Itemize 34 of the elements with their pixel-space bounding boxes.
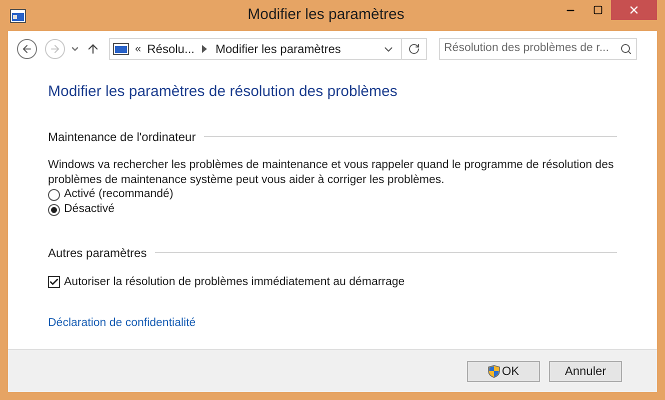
breadcrumb-arrow-icon[interactable] <box>202 45 208 53</box>
breadcrumb-item[interactable]: Résolu... <box>147 40 194 58</box>
window-title: Modifier les paramètres <box>246 5 406 26</box>
radio-option[interactable]: Désactivé <box>48 202 114 218</box>
section-title: Autres paramètres <box>48 244 147 262</box>
close-icon <box>628 4 640 16</box>
radio-button[interactable] <box>48 204 60 216</box>
refresh-icon <box>408 43 420 55</box>
section-title: Maintenance de l'ordinateur <box>48 128 196 146</box>
privacy-link[interactable]: Déclaration de confidentialité <box>48 314 196 332</box>
folder-icon <box>113 43 129 55</box>
breadcrumb-overflow[interactable]: « <box>135 40 142 58</box>
caret-icon <box>70 44 80 54</box>
search-field[interactable]: Résolution des problèmes de r... <box>439 38 637 60</box>
ok-button[interactable]: OK <box>467 360 540 382</box>
app-icon <box>10 8 26 22</box>
cancel-button[interactable]: Annuler <box>549 360 622 382</box>
breadcrumb-item[interactable]: Modifier les paramètres <box>215 40 341 58</box>
radio-option[interactable]: Activé (recommandé) <box>48 188 174 202</box>
checkbox[interactable] <box>48 276 60 288</box>
description-text: Windows va rechercher les problèmes de maintenance et vous rappeler quand le programme de résolution des problèmes de maintenance système peut vous aider à corriger les problèmes. <box>48 158 615 188</box>
maximize-icon <box>592 5 602 15</box>
search-icon <box>620 43 632 55</box>
close-button[interactable] <box>611 0 657 20</box>
address-bar[interactable]: « Résolu... Modifier les paramètres <box>109 38 427 60</box>
shield-icon <box>488 364 500 378</box>
checkbox-option[interactable]: Autoriser la résolution de problèmes immédiatement au démarrage <box>48 274 405 291</box>
arrow-right-icon <box>49 43 61 55</box>
page-heading: Modifier les paramètres de résolution des problèmes <box>48 82 398 102</box>
arrow-left-icon <box>21 43 33 55</box>
arrow-up-icon <box>86 42 100 56</box>
back-button[interactable] <box>17 39 37 59</box>
history-dropdown[interactable] <box>69 44 81 54</box>
radio-button[interactable] <box>48 189 60 201</box>
